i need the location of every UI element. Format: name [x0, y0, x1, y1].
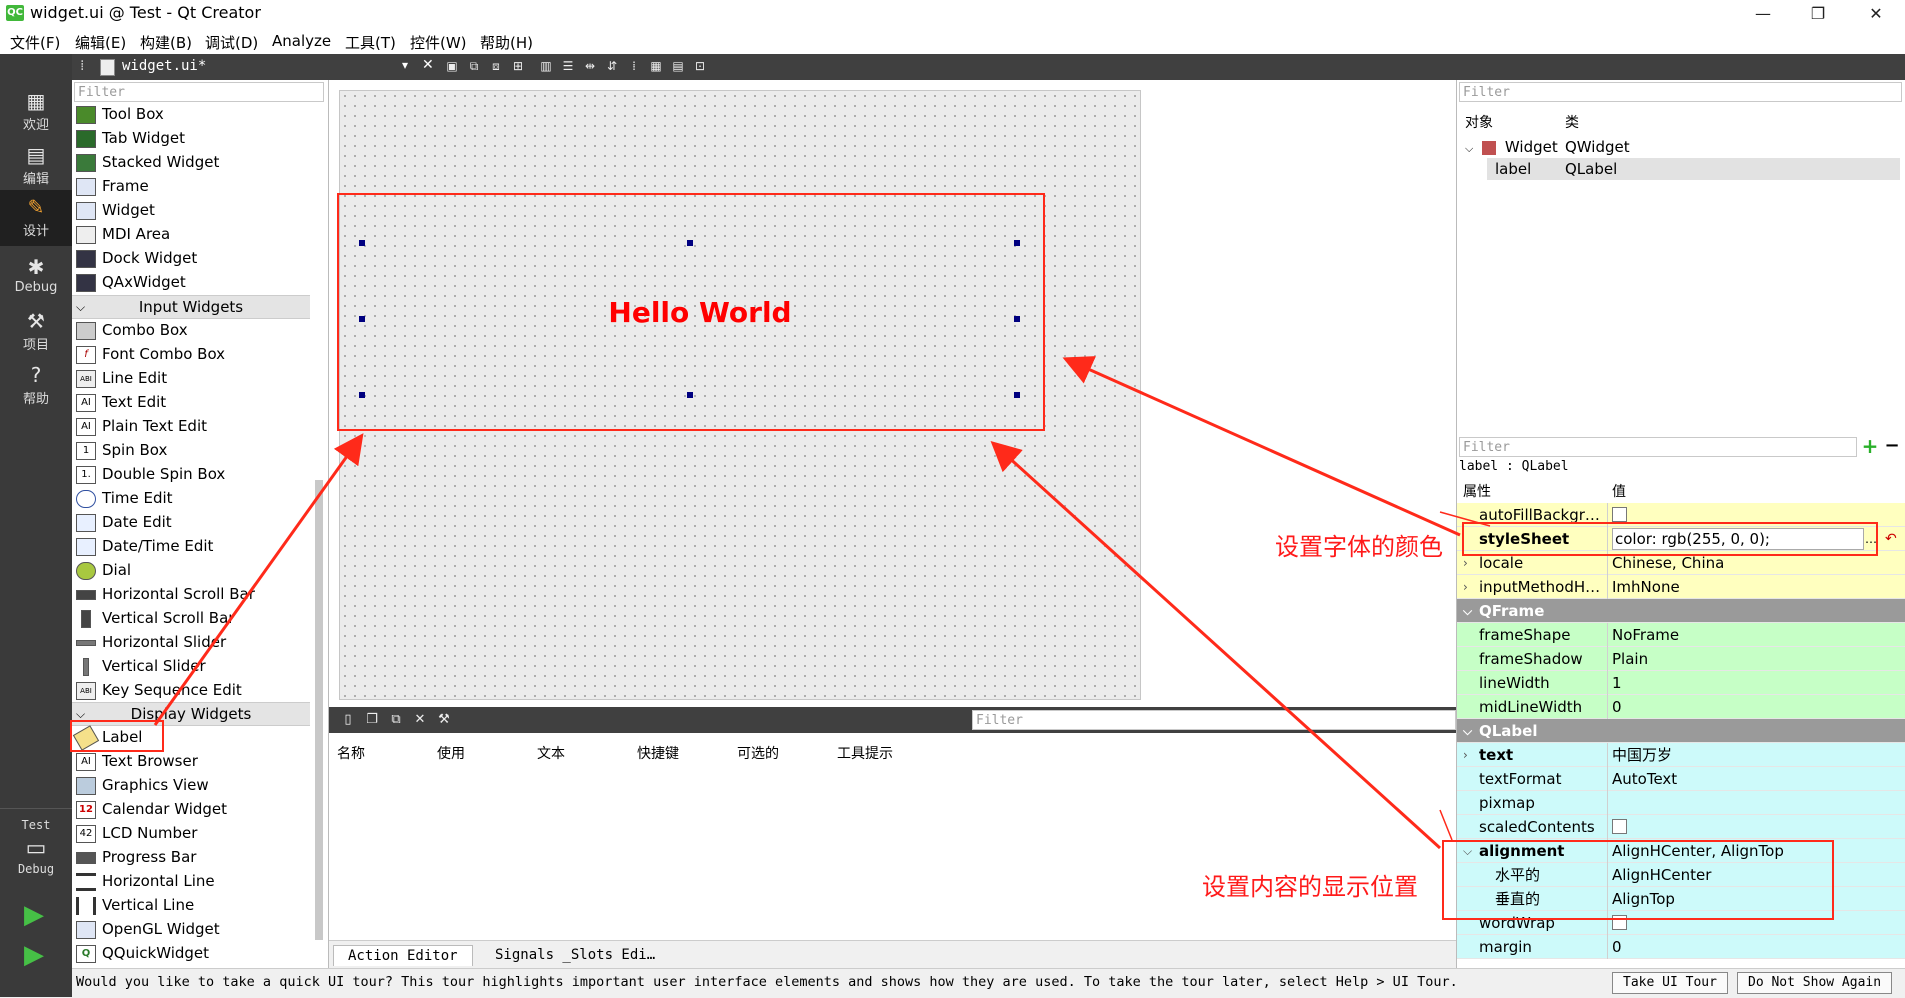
arrow-stylesheet-to-canvas: [1062, 356, 1461, 537]
leader-line: [1439, 511, 1491, 527]
leader-line: [1439, 809, 1453, 841]
annotation-arrows: [153, 356, 1491, 850]
arrow-alignment-to-canvas: [990, 440, 1442, 850]
arrow-label-to-canvas: [153, 433, 364, 726]
